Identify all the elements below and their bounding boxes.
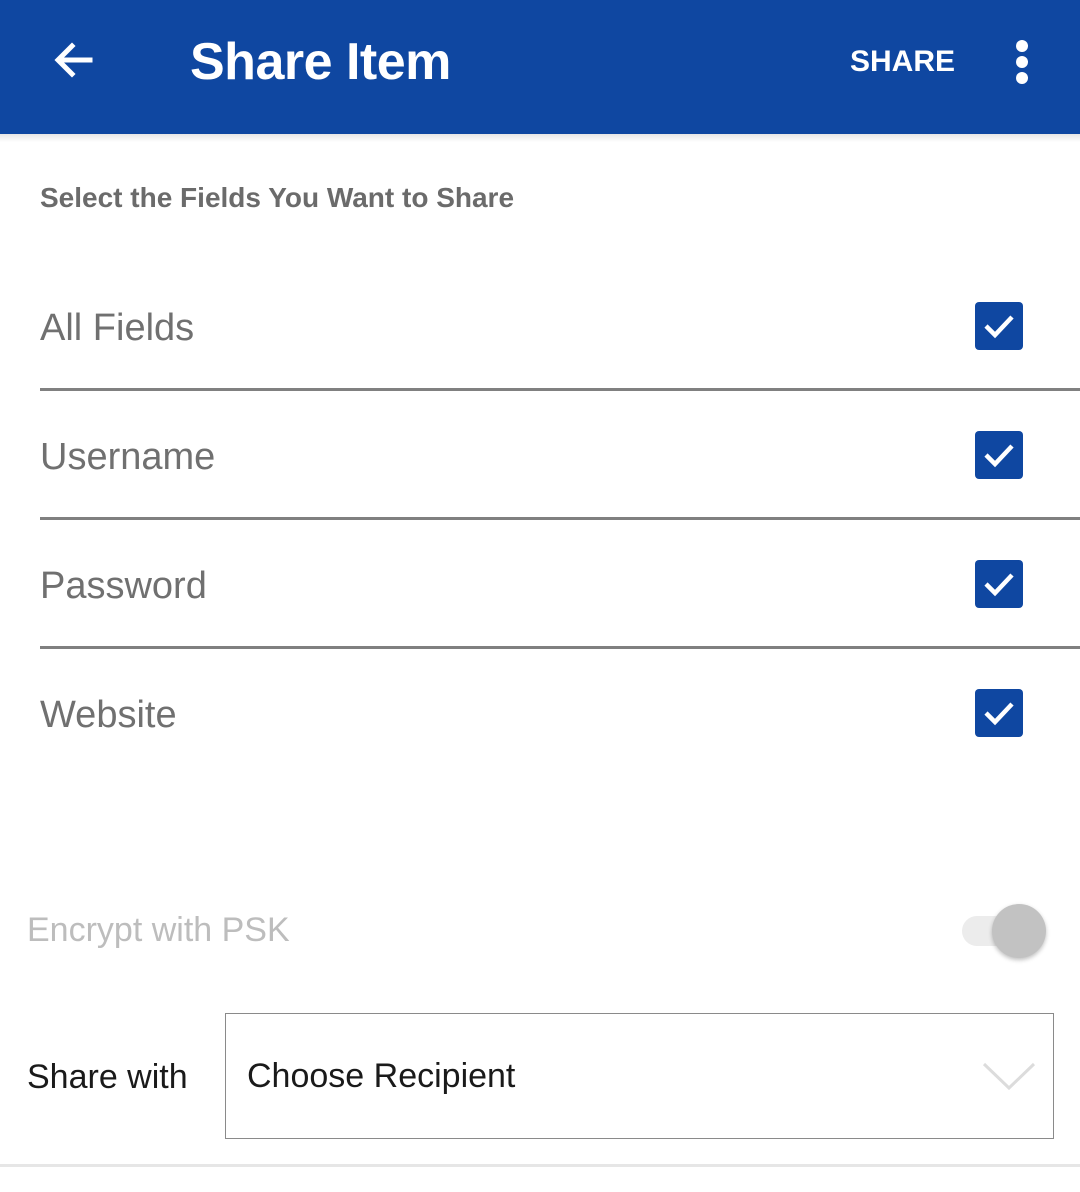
more-options-button[interactable] bbox=[1000, 32, 1044, 92]
check-icon bbox=[984, 444, 1014, 468]
password-checkbox[interactable] bbox=[975, 560, 1023, 608]
bottom-divider bbox=[0, 1164, 1080, 1167]
recipient-selected-value: Choose Recipient bbox=[247, 1057, 516, 1095]
field-row-all-fields[interactable]: All Fields bbox=[40, 262, 1080, 391]
recipient-dropdown[interactable]: Choose Recipient bbox=[225, 1013, 1054, 1139]
field-row-password[interactable]: Password bbox=[40, 520, 1080, 649]
all-fields-checkbox[interactable] bbox=[975, 302, 1023, 350]
website-checkbox[interactable] bbox=[975, 689, 1023, 737]
share-button[interactable]: SHARE bbox=[850, 40, 955, 84]
field-row-username[interactable]: Username bbox=[40, 391, 1080, 520]
check-icon bbox=[984, 702, 1014, 726]
arrow-left-icon bbox=[54, 42, 93, 78]
app-bar: Share Item SHARE bbox=[0, 0, 1080, 134]
field-label: Password bbox=[40, 565, 207, 607]
field-row-website[interactable]: Website bbox=[40, 649, 1080, 778]
chevron-down-icon bbox=[982, 1062, 1036, 1091]
username-checkbox[interactable] bbox=[975, 431, 1023, 479]
encrypt-label: Encrypt with PSK bbox=[27, 911, 290, 949]
field-label: All Fields bbox=[40, 307, 195, 349]
encrypt-psk-toggle[interactable] bbox=[962, 904, 1048, 958]
share-with-label: Share with bbox=[27, 1058, 188, 1096]
back-button[interactable] bbox=[44, 28, 104, 92]
section-title: Select the Fields You Want to Share bbox=[40, 182, 515, 213]
field-label: Website bbox=[40, 694, 177, 736]
field-label: Username bbox=[40, 436, 216, 478]
check-icon bbox=[984, 573, 1014, 597]
app-bar-shadow bbox=[0, 134, 1080, 142]
more-vertical-icon bbox=[1016, 40, 1028, 84]
check-icon bbox=[984, 315, 1014, 339]
page-title: Share Item bbox=[190, 33, 451, 91]
toggle-thumb bbox=[992, 904, 1046, 958]
